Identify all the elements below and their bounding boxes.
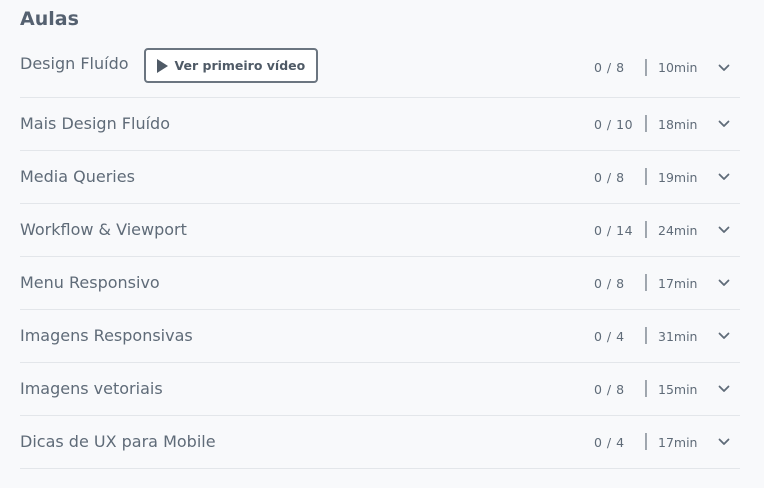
lesson-meta: 0 / 8 | 15min	[594, 363, 732, 415]
lesson-progress: 0 / 14	[594, 222, 634, 238]
lesson-progress: 0 / 8	[594, 169, 625, 185]
lesson-progress: 0 / 10	[594, 116, 634, 132]
lesson-meta: 0 / 4 | 17min	[594, 416, 732, 468]
lesson-row[interactable]: Menu Responsivo 0 / 8 | 17min	[20, 257, 740, 310]
lesson-title: Workflow & Viewport	[20, 220, 187, 239]
lesson-duration: 10min	[658, 60, 698, 75]
lesson-row[interactable]: Design Fluído Ver primeiro vídeo 0 / 8 |…	[20, 38, 740, 98]
lesson-row[interactable]: Imagens vetoriais 0 / 8 | 15min	[20, 363, 740, 416]
lesson-row[interactable]: Dicas de UX para Mobile 0 / 4 | 17min	[20, 416, 740, 469]
lesson-title: Media Queries	[20, 167, 135, 186]
chevron-down-icon[interactable]	[716, 116, 732, 132]
chevron-down-icon[interactable]	[716, 328, 732, 344]
chevron-down-icon[interactable]	[716, 60, 732, 76]
lesson-meta: 0 / 14 | 24min	[594, 204, 732, 256]
lesson-progress: 0 / 4	[594, 328, 625, 344]
lesson-progress: 0 / 8	[594, 381, 625, 397]
lesson-meta: 0 / 10 | 18min	[594, 98, 732, 150]
lesson-title: Dicas de UX para Mobile	[20, 432, 216, 451]
meta-separator: |	[643, 56, 649, 77]
lesson-duration: 17min	[658, 275, 698, 291]
lesson-progress: 0 / 8	[594, 60, 625, 75]
lesson-title: Imagens vetoriais	[20, 379, 163, 398]
lesson-meta: 0 / 4 | 31min	[594, 310, 732, 362]
lesson-duration: 24min	[658, 222, 698, 238]
meta-separator: |	[643, 272, 649, 292]
meta-separator: |	[643, 113, 649, 133]
lesson-meta: 0 / 8 | 17min	[594, 257, 732, 309]
lesson-row[interactable]: Media Queries 0 / 8 | 19min	[20, 151, 740, 204]
section-title: Aulas	[20, 8, 79, 30]
lesson-row[interactable]: Imagens Responsivas 0 / 4 | 31min	[20, 310, 740, 363]
meta-separator: |	[643, 378, 649, 398]
lesson-progress: 0 / 8	[594, 275, 625, 291]
play-icon	[156, 58, 169, 74]
first-video-label: Ver primeiro vídeo	[174, 58, 306, 73]
lesson-meta: 0 / 8 | 10min	[594, 38, 732, 97]
first-video-button[interactable]: Ver primeiro vídeo	[143, 48, 319, 83]
chevron-down-icon[interactable]	[716, 169, 732, 185]
lesson-title: Menu Responsivo	[20, 273, 160, 292]
lesson-title: Mais Design Fluído	[20, 114, 170, 133]
lesson-duration: 18min	[658, 116, 698, 132]
lesson-duration: 19min	[658, 169, 698, 185]
meta-separator: |	[643, 219, 649, 239]
lesson-list: Design Fluído Ver primeiro vídeo 0 / 8 |…	[20, 38, 740, 469]
lesson-meta: 0 / 8 | 19min	[594, 151, 732, 203]
lesson-progress: 0 / 4	[594, 434, 625, 450]
meta-separator: |	[643, 166, 649, 186]
meta-separator: |	[643, 431, 649, 451]
chevron-down-icon[interactable]	[716, 381, 732, 397]
lesson-title: Design Fluído	[20, 53, 129, 73]
lesson-duration: 17min	[658, 434, 698, 450]
lesson-row[interactable]: Mais Design Fluído 0 / 10 | 18min	[20, 98, 740, 151]
meta-separator: |	[643, 325, 649, 345]
lesson-duration: 31min	[658, 328, 698, 344]
chevron-down-icon[interactable]	[716, 275, 732, 291]
lesson-title: Imagens Responsivas	[20, 326, 193, 345]
lesson-row[interactable]: Workflow & Viewport 0 / 14 | 24min	[20, 204, 740, 257]
chevron-down-icon[interactable]	[716, 222, 732, 238]
lesson-duration: 15min	[658, 381, 698, 397]
chevron-down-icon[interactable]	[716, 434, 732, 450]
